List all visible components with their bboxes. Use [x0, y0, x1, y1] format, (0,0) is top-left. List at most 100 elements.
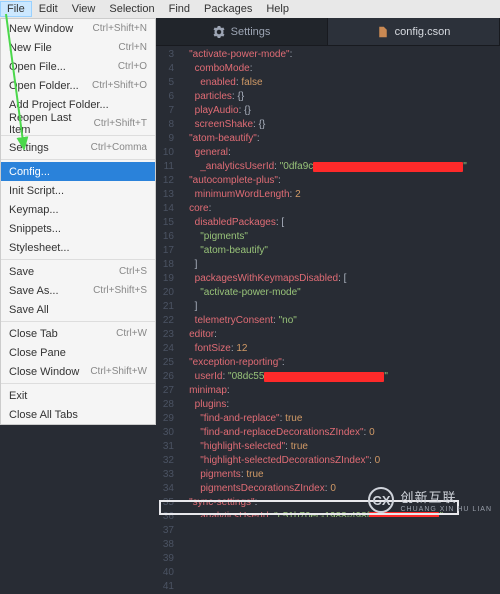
menu-item-open-folder[interactable]: Open Folder... Ctrl+Shift+O: [1, 76, 155, 95]
line-number: 7: [156, 104, 174, 118]
code-editor[interactable]: 3456789101112131415161718192021222324252…: [156, 46, 500, 517]
line-number: 25: [156, 356, 174, 370]
menu-file[interactable]: File: [0, 1, 32, 17]
code-line[interactable]: fontSize: 12: [178, 342, 500, 356]
menu-item-label: Close Pane: [9, 347, 66, 359]
file-menu-dropdown: New WindowCtrl+Shift+NNew FileCtrl+NOpen…: [0, 18, 156, 425]
line-number: 32: [156, 454, 174, 468]
menu-item-close-tab[interactable]: Close TabCtrl+W: [1, 324, 155, 343]
watermark: CX 创新互联 CHUANG XIN HU LIAN: [368, 487, 492, 513]
line-number: 18: [156, 258, 174, 272]
menu-item-settings[interactable]: SettingsCtrl+Comma: [1, 138, 155, 157]
code-line[interactable]: pigments: true: [178, 468, 500, 482]
menu-find[interactable]: Find: [162, 1, 197, 17]
tab-settings[interactable]: Settings: [156, 18, 328, 45]
code-line[interactable]: _analyticsUserId: "0dfa9c": [178, 160, 500, 174]
code-line[interactable]: packagesWithKeymapsDisabled: [: [178, 272, 500, 286]
menu-item-label: Save As...: [9, 285, 59, 297]
code-line[interactable]: plugins:: [178, 398, 500, 412]
code-line[interactable]: "find-and-replaceDecorationsZIndex": 0: [178, 426, 500, 440]
code-line[interactable]: "find-and-replace": true: [178, 412, 500, 426]
menu-bar: FileEditViewSelectionFindPackagesHelp: [0, 0, 500, 18]
code-line[interactable]: screenShake: {}: [178, 118, 500, 132]
menu-item-shortcut: Ctrl+S: [119, 266, 147, 277]
menu-item-stylesheet[interactable]: Stylesheet...: [1, 238, 155, 257]
code-line[interactable]: telemetryConsent: "no": [178, 314, 500, 328]
menu-item-label: Close Tab: [9, 328, 58, 340]
menu-separator: [1, 321, 155, 322]
menu-item-shortcut: Ctrl+N: [118, 42, 147, 53]
menu-item-keymap[interactable]: Keymap...: [1, 200, 155, 219]
menu-item-label: Save: [9, 266, 34, 278]
menu-view[interactable]: View: [65, 1, 103, 17]
tab-config-cson[interactable]: config.cson: [328, 18, 500, 45]
menu-item-shortcut: Ctrl+Shift+O: [92, 80, 147, 91]
line-number: 24: [156, 342, 174, 356]
line-number: 17: [156, 244, 174, 258]
code-line[interactable]: core:: [178, 202, 500, 216]
menu-item-config[interactable]: Config...: [1, 162, 155, 181]
menu-item-exit[interactable]: Exit: [1, 386, 155, 405]
menu-item-save[interactable]: Save Ctrl+S: [1, 262, 155, 281]
menu-edit[interactable]: Edit: [32, 1, 65, 17]
code-line[interactable]: enabled: false: [178, 76, 500, 90]
code-line[interactable]: "highlight-selectedDecorationsZIndex": 0: [178, 454, 500, 468]
line-number: 36: [156, 510, 174, 524]
code-line[interactable]: "activate-power-mode":: [178, 48, 500, 62]
code-line[interactable]: "autocomplete-plus":: [178, 174, 500, 188]
menu-packages[interactable]: Packages: [197, 1, 259, 17]
menu-item-snippets[interactable]: Snippets...: [1, 219, 155, 238]
menu-item-init-script[interactable]: Init Script...: [1, 181, 155, 200]
line-number: 29: [156, 412, 174, 426]
menu-item-reopen-last-item[interactable]: Reopen Last ItemCtrl+Shift+T: [1, 114, 155, 133]
code-line[interactable]: general:: [178, 146, 500, 160]
code-line[interactable]: comboMode:: [178, 62, 500, 76]
menu-item-shortcut: Ctrl+Shift+T: [94, 118, 147, 129]
line-number: 33: [156, 468, 174, 482]
watermark-text-en: CHUANG XIN HU LIAN: [400, 506, 492, 513]
menu-item-save-as[interactable]: Save As...Ctrl+Shift+S: [1, 281, 155, 300]
line-number: 38: [156, 538, 174, 552]
code-line[interactable]: "exception-reporting":: [178, 356, 500, 370]
menu-item-shortcut: Ctrl+Shift+W: [90, 366, 147, 377]
code-line[interactable]: ]: [178, 258, 500, 272]
menu-item-label: Keymap...: [9, 204, 59, 216]
code-line[interactable]: disabledPackages: [: [178, 216, 500, 230]
code-line[interactable]: "atom-beautify":: [178, 132, 500, 146]
line-number: 16: [156, 230, 174, 244]
code-line[interactable]: "pigments": [178, 230, 500, 244]
line-number: 37: [156, 524, 174, 538]
menu-help[interactable]: Help: [259, 1, 296, 17]
menu-item-close-pane[interactable]: Close Pane: [1, 343, 155, 362]
code-content[interactable]: "activate-power-mode": comboMode: enable…: [178, 46, 500, 517]
line-number: 26: [156, 370, 174, 384]
code-line[interactable]: "atom-beautify": [178, 244, 500, 258]
line-number: 3: [156, 48, 174, 62]
code-line[interactable]: particles: {}: [178, 90, 500, 104]
menu-item-new-file[interactable]: New FileCtrl+N: [1, 38, 155, 57]
code-line[interactable]: minimap:: [178, 384, 500, 398]
code-line[interactable]: ]: [178, 300, 500, 314]
menu-selection[interactable]: Selection: [102, 1, 161, 17]
line-number: 23: [156, 328, 174, 342]
code-line[interactable]: playAudio: {}: [178, 104, 500, 118]
menu-item-label: Open Folder...: [9, 80, 79, 92]
line-number: 9: [156, 132, 174, 146]
menu-item-save-all[interactable]: Save All: [1, 300, 155, 319]
menu-item-label: Add Project Folder...: [9, 99, 109, 111]
menu-item-close-window[interactable]: Close WindowCtrl+Shift+W: [1, 362, 155, 381]
code-line[interactable]: minimumWordLength: 2: [178, 188, 500, 202]
menu-item-open-file[interactable]: Open File...Ctrl+O: [1, 57, 155, 76]
menu-item-label: Snippets...: [9, 223, 61, 235]
code-line[interactable]: editor:: [178, 328, 500, 342]
line-number: 27: [156, 384, 174, 398]
menu-item-new-window[interactable]: New WindowCtrl+Shift+N: [1, 19, 155, 38]
code-line[interactable]: "activate-power-mode": [178, 286, 500, 300]
menu-item-label: Close All Tabs: [9, 409, 78, 421]
menu-item-close-all-tabs[interactable]: Close All Tabs: [1, 405, 155, 424]
line-number: 11: [156, 160, 174, 174]
code-line[interactable]: userId: "08dc55": [178, 370, 500, 384]
code-line[interactable]: "highlight-selected": true: [178, 440, 500, 454]
file-icon: [377, 26, 389, 38]
line-number: 22: [156, 314, 174, 328]
